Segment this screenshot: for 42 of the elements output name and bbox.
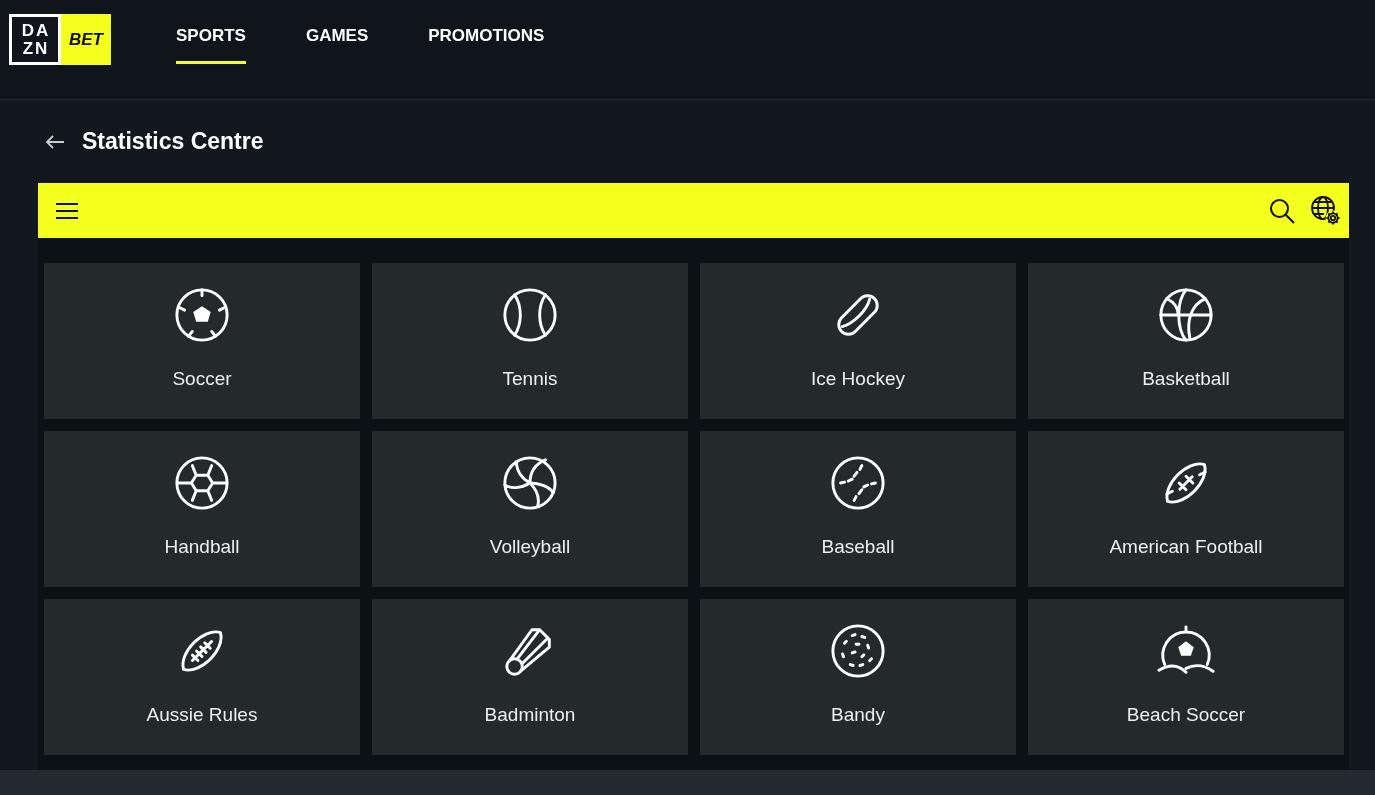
page-title: Statistics Centre [82,128,264,155]
nav-tab[interactable]: GAMES [305,26,369,64]
sport-name: Volleyball [489,536,571,558]
nav-tab[interactable]: PROMOTIONS [428,26,545,64]
sport-tile[interactable]: Handball [44,431,360,587]
sport-name: Handball [164,536,240,558]
sport-tile[interactable]: Baseball [700,431,1016,587]
sport-name: Beach Soccer [1126,704,1246,726]
back-arrow-icon[interactable] [45,134,65,149]
sport-tile[interactable]: Bandy [700,599,1016,755]
logo-text: ZN [22,39,50,58]
sport-name: Soccer [172,368,232,390]
globe-gear-icon[interactable] [1310,194,1342,227]
baseball-icon [829,454,887,512]
sport-tile[interactable]: Tennis [372,263,688,419]
sport-name: American Football [1109,536,1263,558]
basketball-icon [1157,286,1215,344]
tennis-ball-icon [501,286,559,344]
sport-tile[interactable]: American Football [1028,431,1344,587]
logo-badge: BET [61,14,111,65]
nav-tab[interactable]: SPORTS [176,26,246,64]
sport-name: Bandy [831,704,885,726]
menu-icon[interactable] [56,201,78,220]
sport-tile[interactable]: Badminton [372,599,688,755]
sport-tile[interactable]: Soccer [44,263,360,419]
sport-name: Badminton [484,704,576,726]
sport-name: Aussie Rules [146,704,258,726]
sport-name: Tennis [502,368,558,390]
volleyball-icon [501,454,559,512]
handball-icon [173,454,231,512]
sport-tile[interactable]: Basketball [1028,263,1344,419]
sport-name: Ice Hockey [811,368,905,390]
sport-tile[interactable]: Volleyball [372,431,688,587]
sport-tile[interactable]: Beach Soccer [1028,599,1344,755]
sport-tile[interactable]: Aussie Rules [44,599,360,755]
sport-tile[interactable]: Ice Hockey [700,263,1016,419]
logo-text: DA [21,21,51,40]
bandy-ball-icon [829,622,887,680]
search-icon[interactable] [1269,197,1295,224]
soccer-ball-icon [173,286,231,344]
sport-name: Baseball [821,536,895,558]
sport-name: Basketball [1142,368,1230,390]
